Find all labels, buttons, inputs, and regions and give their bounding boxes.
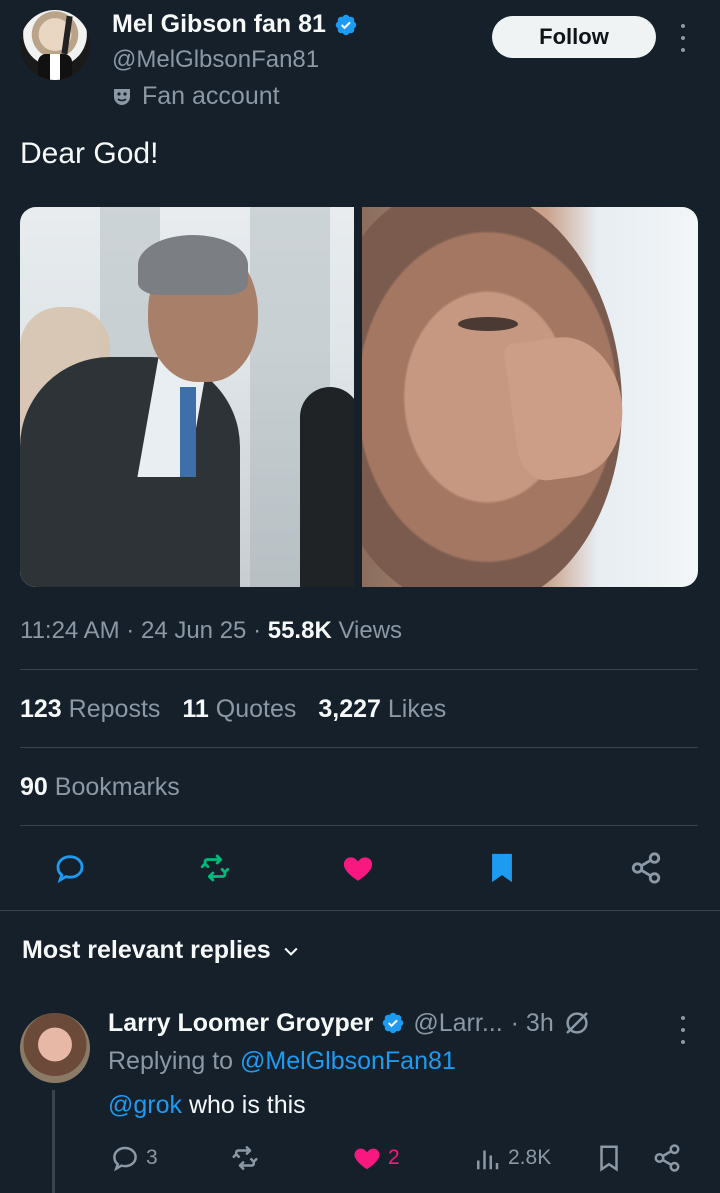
like-icon (354, 1148, 380, 1170)
reply-replies-count: 3 (146, 1146, 158, 1169)
reply-icon (113, 1146, 137, 1172)
divider (20, 747, 698, 748)
fan-account-label: Fan account (112, 82, 280, 111)
reply-header: Larry Loomer Groyper @Larr... · 3h (108, 1008, 592, 1038)
divider (20, 825, 698, 826)
views-chart-icon (477, 1150, 499, 1170)
replying-prefix: Replying to (108, 1047, 234, 1075)
reply-replies-button[interactable]: 3 (110, 1143, 158, 1173)
tweet-photo-1[interactable] (20, 207, 354, 587)
reply-body: who is this (188, 1091, 306, 1119)
tweet-photo-2[interactable] (362, 207, 698, 587)
likes-stat[interactable]: 3,227 Likes (318, 695, 446, 724)
bookmark-outline-icon (600, 1145, 618, 1172)
reply-author-name[interactable]: Larry Loomer Groyper (108, 1009, 373, 1038)
reposts-stat[interactable]: 123 Reposts (20, 695, 160, 724)
replies-section-title: Most relevant replies (22, 936, 271, 964)
reply-author-avatar[interactable] (20, 1013, 90, 1083)
tweet-media[interactable] (20, 207, 698, 587)
reply-repost-button[interactable] (230, 1143, 260, 1173)
reply-views-button[interactable]: 2.8K (472, 1143, 551, 1173)
reply-icon[interactable] (53, 851, 87, 885)
author-display-name[interactable]: Mel Gibson fan 81 (112, 10, 326, 39)
replies-sort-dropdown[interactable]: Most relevant replies (22, 936, 301, 965)
reply-likes-count: 2 (388, 1146, 400, 1169)
tweet-time[interactable]: 11:24 AM (20, 617, 120, 644)
author-avatar[interactable] (20, 10, 90, 80)
chevron-down-icon (284, 947, 298, 956)
views-count: 55.8K (267, 617, 332, 644)
reply-more-options-icon[interactable] (676, 1016, 690, 1044)
divider (20, 669, 698, 670)
share-icon (654, 1144, 680, 1172)
repost-icon[interactable] (198, 851, 232, 885)
tweet-date[interactable]: 24 Jun 25 (141, 617, 246, 644)
views-label: Views (338, 617, 403, 644)
reply-text: @grok who is this (108, 1091, 306, 1120)
divider (0, 910, 720, 911)
verified-badge-icon (335, 14, 357, 35)
replying-to: Replying to @MelGlbsonFan81 (108, 1047, 456, 1076)
author-handle[interactable]: @MelGlbsonFan81 (112, 46, 319, 74)
more-options-icon[interactable] (676, 24, 690, 52)
share-icon[interactable] (629, 851, 663, 885)
follow-button[interactable]: Follow (492, 16, 656, 58)
reply-age[interactable]: · 3h (511, 1009, 554, 1038)
fan-account-text: Fan account (142, 82, 280, 110)
tweet-text: Dear God! (20, 137, 159, 170)
reply-like-button[interactable]: 2 (352, 1143, 400, 1173)
author-name-row[interactable]: Mel Gibson fan 81 (112, 10, 358, 39)
verified-badge-icon (383, 1012, 404, 1034)
reply-author-handle[interactable]: @Larr... (413, 1009, 502, 1038)
quotes-stat[interactable]: 11 Quotes (182, 695, 296, 724)
tweet-meta: 11:24 AM · 24 Jun 25 · 55.8K Views (20, 617, 403, 644)
grok-mention-link[interactable]: @grok (108, 1091, 182, 1119)
reply-views-count: 2.8K (508, 1146, 552, 1169)
bookmark-icon[interactable] (485, 851, 519, 885)
thread-line (52, 1090, 55, 1193)
grok-icon[interactable] (562, 1008, 592, 1038)
bookmarks-stat[interactable]: 90 Bookmarks (20, 773, 180, 802)
like-icon[interactable] (341, 851, 375, 885)
engagement-stats: 123 Reposts 11 Quotes 3,227 Likes (20, 695, 446, 724)
repost-icon (232, 1146, 258, 1170)
theater-mask-icon (114, 88, 130, 105)
replying-to-handle-link[interactable]: @MelGlbsonFan81 (240, 1047, 456, 1075)
reply-share-button[interactable] (652, 1143, 682, 1173)
reply-bookmark-button[interactable] (594, 1143, 624, 1173)
